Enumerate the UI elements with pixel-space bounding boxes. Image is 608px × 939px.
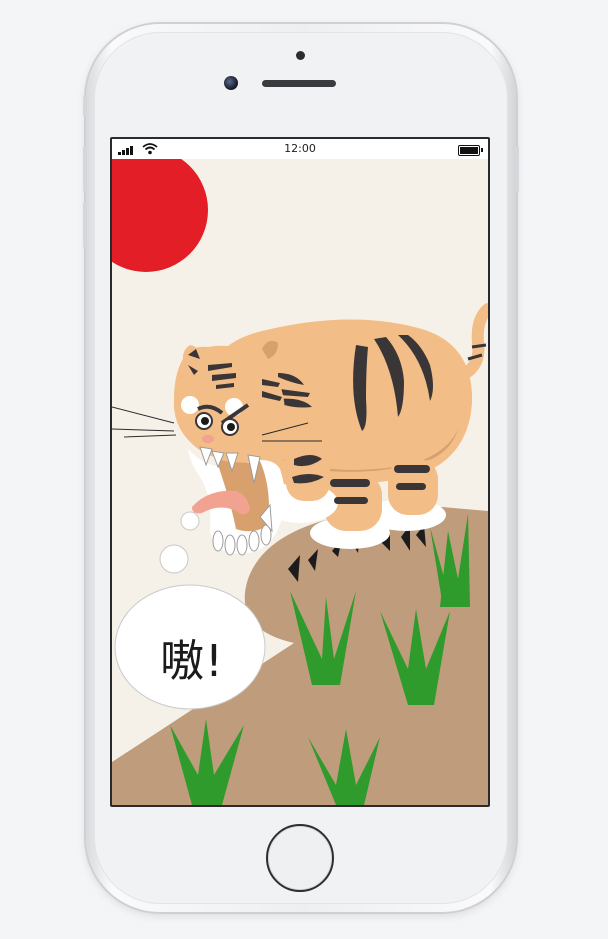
red-sun	[112, 159, 208, 272]
home-button[interactable]	[266, 824, 334, 892]
speech-text: 嗷!	[160, 636, 224, 687]
volume-down-button	[83, 202, 87, 248]
earpiece-speaker	[262, 80, 336, 87]
status-time: 12:00	[284, 142, 316, 155]
mute-switch	[83, 96, 87, 116]
battery-icon	[458, 145, 480, 156]
thought-dot-small	[180, 511, 200, 531]
proximity-sensor	[296, 51, 305, 60]
status-bar: 12:00	[112, 139, 488, 159]
thought-dot-medium	[159, 544, 189, 574]
front-camera-icon	[224, 76, 238, 90]
tiger-scene	[112, 159, 488, 805]
power-button	[515, 146, 519, 192]
screen: 12:00 嗷!	[110, 137, 490, 807]
volume-up-button	[83, 146, 87, 192]
tiger-mouth	[188, 446, 286, 556]
battery-tip	[481, 148, 483, 152]
illustration: 嗷!	[112, 159, 488, 805]
